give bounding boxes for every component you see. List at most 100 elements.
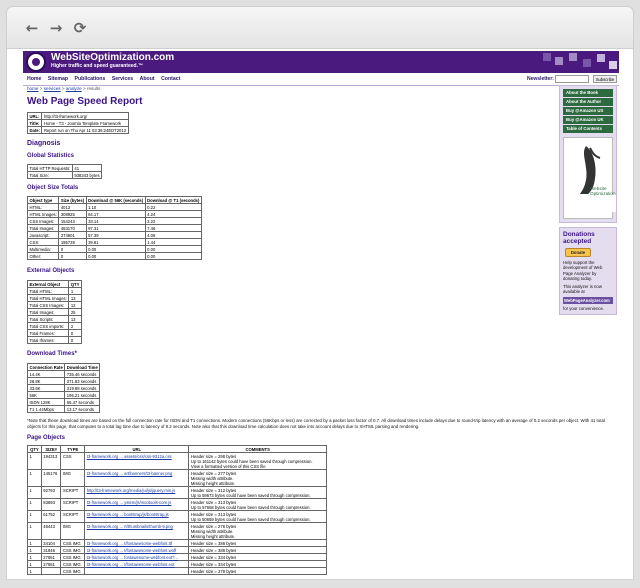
table-cell: 1 (68, 287, 82, 295)
object-url[interactable]: t3-framework.org ... ystem/js/mootools-c… (84, 498, 190, 512)
object-url[interactable]: t3-framework.org ... t/fontawesome-webfo… (84, 539, 190, 548)
table-cell: 25 (68, 308, 82, 316)
newsletter-input[interactable] (555, 75, 589, 83)
site-banner: WebSiteOptimization.com Higher traffic a… (23, 51, 619, 73)
object-size: 34104 (40, 539, 62, 548)
object-url[interactable]: t3-framework.org ... t/fontawesome-webfo… (84, 546, 190, 555)
sidebar-tab[interactable]: Buy @Amazon US (563, 107, 613, 115)
object-qty: 1 (27, 546, 42, 555)
object-url[interactable]: http://t3-framework.org/media/jui/js/jqu… (84, 486, 190, 500)
page-object-row: 1 83893 SCRIPT t3-framework.org ... ystem/j… (27, 498, 327, 512)
table-cell: 195739 (58, 238, 87, 246)
report-content: Web Page Speed Report URL: http://t3-fram… (26, 95, 605, 576)
breadcrumb-separator: > (82, 86, 86, 91)
external-objects-heading: External Objects (27, 268, 75, 274)
object-url[interactable]: t3-framework.org ... bootstrap/js/bootst… (84, 510, 190, 524)
object-url-link[interactable]: t3-framework.org ... assets/css/css-9312… (87, 454, 172, 459)
object-url-link[interactable]: t3-framework.org ... ystem/js/mootools-c… (87, 500, 172, 505)
globe-logo-icon[interactable] (26, 52, 46, 72)
download-times-heading: Download Times* (27, 351, 77, 357)
comment-line: Up to 57658 bytes could have been saved … (190, 504, 311, 510)
breadcrumb: home > services > analyze > results (27, 86, 100, 91)
table-cell: 274901 (58, 231, 87, 239)
report-info-table: URL: http://t3-framework.org/Title: Home -… (26, 112, 129, 134)
object-url[interactable]: t3-framework.org ... t/fontawesome-webfo… (84, 560, 190, 569)
object-url-link[interactable]: http://t3-framework.org/media/jui/js/jqu… (87, 488, 176, 493)
donate-text-3: for your convenience. (563, 305, 605, 311)
object-url-link[interactable]: t3-framework.org ... t/fontawesome-webfo… (87, 548, 177, 553)
object-comments: Header size = 386 bytes (188, 546, 327, 555)
row-label: Date: (26, 126, 43, 134)
table-cell: Javascript: (26, 231, 60, 239)
table-cell: 4.06 (144, 231, 202, 239)
comment-line: Header size = 334 bytes (190, 554, 237, 560)
sidebar-tab[interactable]: About the Author (563, 98, 613, 106)
table-cell: Total Images: (26, 224, 60, 232)
object-qty: 1 (27, 567, 42, 576)
object-url-link[interactable]: t3-framework.org ... rt/thumbnails/thumb… (87, 524, 173, 529)
comment-line: Missing height attribute. (190, 480, 236, 486)
table-row: CSS Images: 154243 33.14 3.22 (26, 217, 202, 225)
object-qty: 1 (27, 510, 42, 524)
forward-icon[interactable]: → (47, 19, 65, 37)
column-header: SIZE# (40, 445, 62, 454)
object-url-link[interactable]: t3-framework.org ... t/fontawesome-webfo… (87, 562, 175, 567)
breadcrumb-separator: > (61, 86, 65, 91)
back-icon[interactable]: ← (23, 19, 41, 37)
sidebar-tab[interactable]: About the Book (563, 89, 613, 97)
column-header: URL (84, 445, 190, 454)
sidebar-tab[interactable]: Table of Contents (563, 125, 613, 133)
object-size: 145176 (40, 469, 62, 488)
table-cell: Total CSS Images: (26, 301, 70, 309)
table-row: Total HTML: 1 (26, 287, 82, 295)
nav-about[interactable]: About (140, 76, 155, 82)
donate-button[interactable]: Donate (565, 248, 591, 257)
table-cell: 1.10 (85, 203, 146, 211)
nav-publications[interactable]: Publications (75, 76, 106, 82)
table-row: ISDN 128K 65.47 seconds (26, 398, 101, 406)
comment-line: Missing height attribute. (190, 533, 236, 539)
object-url-link[interactable]: t3-framework.org ... bootstrap/js/bootst… (87, 512, 169, 517)
table-cell: HTML: (26, 203, 60, 211)
book-title: Website Optimization (590, 186, 616, 196)
reload-icon[interactable]: ⟳ (71, 19, 89, 37)
breadcrumb-home[interactable]: home (27, 86, 39, 91)
object-url[interactable]: t3-framework.org ... fontawesome-webfont… (84, 553, 190, 562)
sidebar-tab[interactable]: Buy @Amazon UK (563, 116, 613, 124)
nav-sitemap[interactable]: Sitemap (48, 76, 68, 82)
breadcrumb-analyze[interactable]: analyze (66, 86, 82, 91)
table-cell: 371.83 seconds (64, 377, 101, 385)
table-cell: 12 (68, 301, 82, 309)
book-cover[interactable]: Website Optimization (563, 137, 616, 219)
table-row: Total Images: 25 (26, 308, 82, 316)
column-header: Object type (26, 196, 60, 204)
object-size (40, 567, 62, 576)
object-comments: Header size = 334 bytes (188, 553, 327, 562)
object-url-link[interactable]: t3-framework.org ... fontawesome-webfont… (87, 555, 178, 560)
nav-home[interactable]: Home (27, 76, 41, 82)
newsletter-label: Newsletter: (527, 76, 554, 82)
breadcrumb-services[interactable]: services (44, 86, 61, 91)
sidebar: About the Book About the Author Buy @Amazo… (559, 85, 617, 315)
webpageanalyzer-link[interactable]: WebPageAnalyzer.com (563, 296, 613, 304)
object-url[interactable]: t3-framework.org ... rt/thumbnails/thumb… (84, 522, 190, 541)
page-object-row: 1 31846 CSS IMG t3-framework.org ... t/font… (27, 546, 327, 555)
subscribe-button[interactable]: Subscribe (593, 75, 617, 83)
site-name[interactable]: WebSiteOptimization.com (51, 52, 174, 63)
table-cell: 154243 (58, 217, 87, 225)
nav-services[interactable]: Services (112, 76, 133, 82)
object-url[interactable]: t3-framework.org ... assets/css/css-9312… (84, 452, 190, 471)
table-cell: 39.81 (85, 238, 146, 246)
object-url-link[interactable]: t3-framework.org ... t/fontawesome-webfo… (87, 541, 172, 546)
row-label: Title: (26, 119, 43, 127)
object-qty: 1 (27, 522, 42, 541)
object-url[interactable]: t3-framework.org ... art/banners/t3-bann… (84, 469, 190, 488)
table-row: Total HTML Images: 13 (26, 294, 82, 302)
object-url-link[interactable]: t3-framework.org ... art/banners/t3-bann… (87, 471, 173, 476)
table-row: Other: 0 0.00 0.00 (26, 252, 202, 260)
object-comments: Header size = 298 bytes Up to 161142 byte… (188, 452, 327, 471)
page-object-row: 1 27851 CSS IMG t3-framework.org ... t/font… (27, 560, 327, 569)
nav-contact[interactable]: Contact (161, 76, 180, 82)
table-cell: 0 (58, 245, 87, 253)
object-url[interactable] (84, 567, 190, 576)
